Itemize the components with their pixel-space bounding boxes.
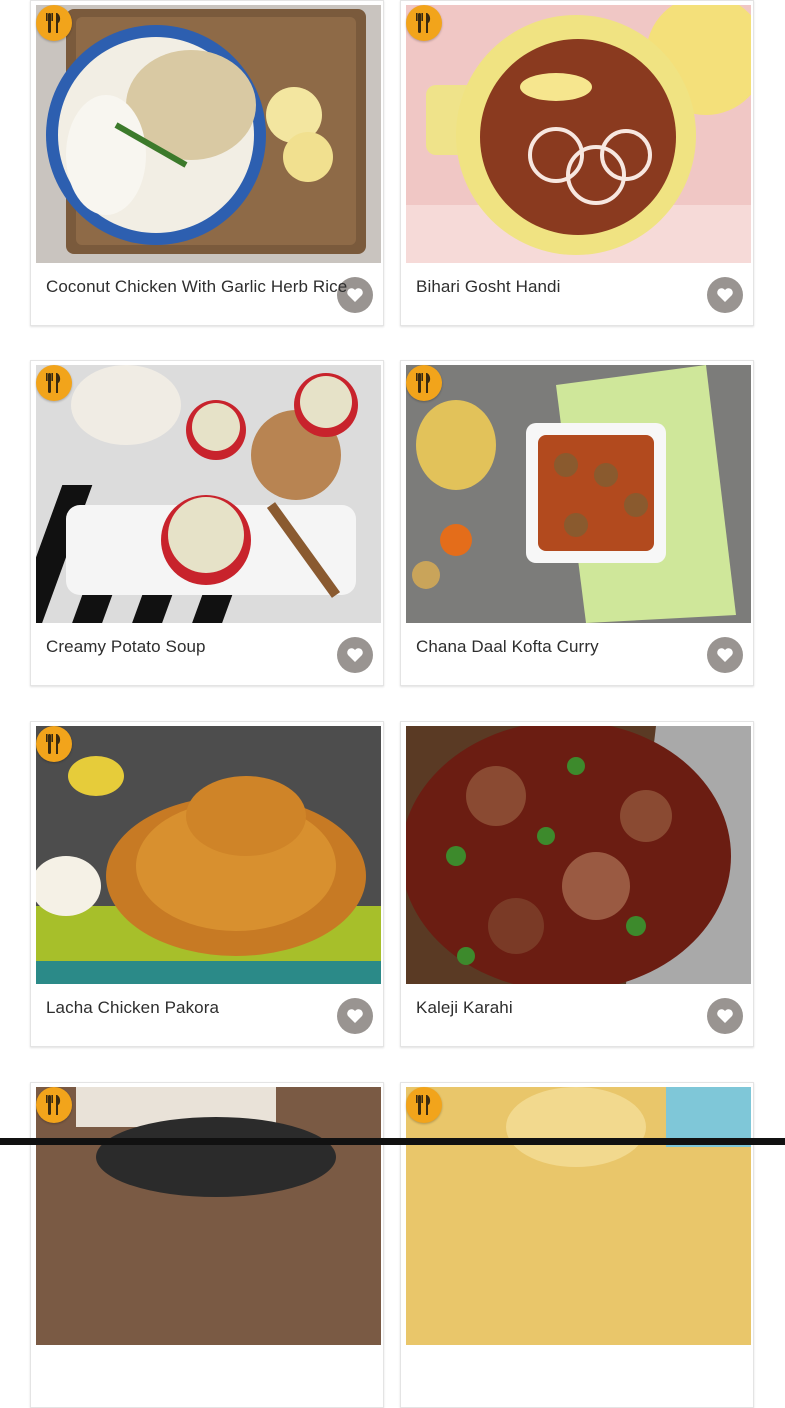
recipe-card[interactable]: Lacha Chicken Pakora [30,721,384,1047]
recipe-card[interactable] [30,1082,384,1408]
recipe-badge [406,5,442,41]
recipe-badge [36,1087,72,1123]
recipe-image[interactable] [406,726,751,984]
fork-knife-icon [416,1095,431,1115]
fork-knife-icon [46,1095,61,1115]
recipe-title[interactable]: Coconut Chicken With Garlic Herb Rice [46,277,373,297]
recipe-card[interactable] [400,1082,754,1408]
fork-knife-icon [416,373,431,393]
recipe-image[interactable] [406,1087,751,1345]
recipe-title[interactable]: Chana Daal Kofta Curry [416,637,743,657]
recipe-card[interactable]: Kaleji Karahi [400,721,754,1047]
recipe-card[interactable]: Coconut Chicken With Garlic Herb Rice [30,0,384,326]
recipe-image[interactable] [406,5,751,263]
recipe-badge [36,5,72,41]
recipe-title[interactable]: Lacha Chicken Pakora [46,998,373,1018]
recipe-card[interactable]: Bihari Gosht Handi [400,0,754,326]
recipe-badge [36,726,72,762]
recipe-image[interactable] [36,365,381,623]
recipe-badge [406,1087,442,1123]
recipe-title[interactable]: Creamy Potato Soup [46,637,373,657]
fork-knife-icon [46,373,61,393]
recipe-image[interactable] [36,5,381,263]
fork-knife-icon [46,13,61,33]
recipe-card[interactable]: Creamy Potato Soup [30,360,384,686]
recipe-image[interactable] [406,365,751,623]
recipe-title[interactable]: Bihari Gosht Handi [416,277,743,297]
recipe-title[interactable]: Kaleji Karahi [416,998,743,1018]
bottom-edge-bar [0,1138,785,1145]
recipe-card[interactable]: Chana Daal Kofta Curry [400,360,754,686]
fork-knife-icon [46,734,61,754]
recipe-image[interactable] [36,726,381,984]
recipe-image[interactable] [36,1087,381,1345]
fork-knife-icon [416,13,431,33]
recipe-badge [406,365,442,401]
recipe-badge [36,365,72,401]
